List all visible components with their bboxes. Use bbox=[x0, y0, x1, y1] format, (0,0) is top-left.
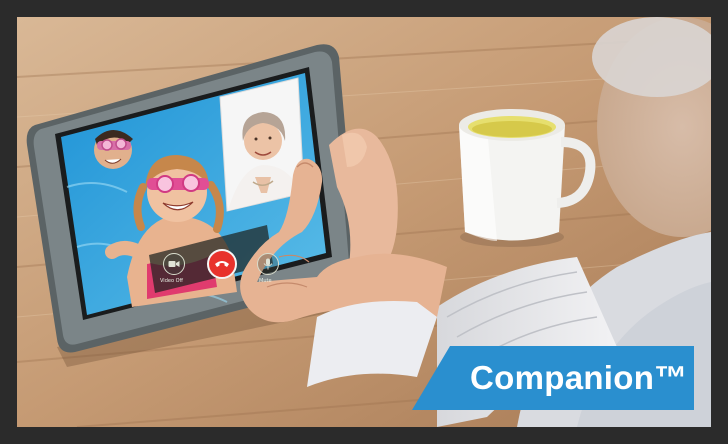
phone-hangup-icon bbox=[215, 261, 229, 267]
video-off-label: Video Off bbox=[160, 278, 183, 284]
call-control-bar: Video Off Mute bbox=[157, 247, 285, 291]
video-off-button[interactable] bbox=[163, 253, 185, 275]
video-camera-icon bbox=[168, 261, 180, 267]
brand-name: Companion™ bbox=[470, 359, 688, 396]
photo: Video Off Mute Companion™ bbox=[17, 17, 711, 427]
end-call-button[interactable] bbox=[207, 249, 237, 279]
microphone-icon bbox=[263, 258, 273, 270]
screenshot-frame: Video Off Mute Companion™ bbox=[0, 0, 728, 444]
brand-banner: Companion™ bbox=[412, 346, 694, 410]
mute-label: Mute bbox=[259, 278, 272, 284]
mute-button[interactable] bbox=[257, 253, 279, 275]
